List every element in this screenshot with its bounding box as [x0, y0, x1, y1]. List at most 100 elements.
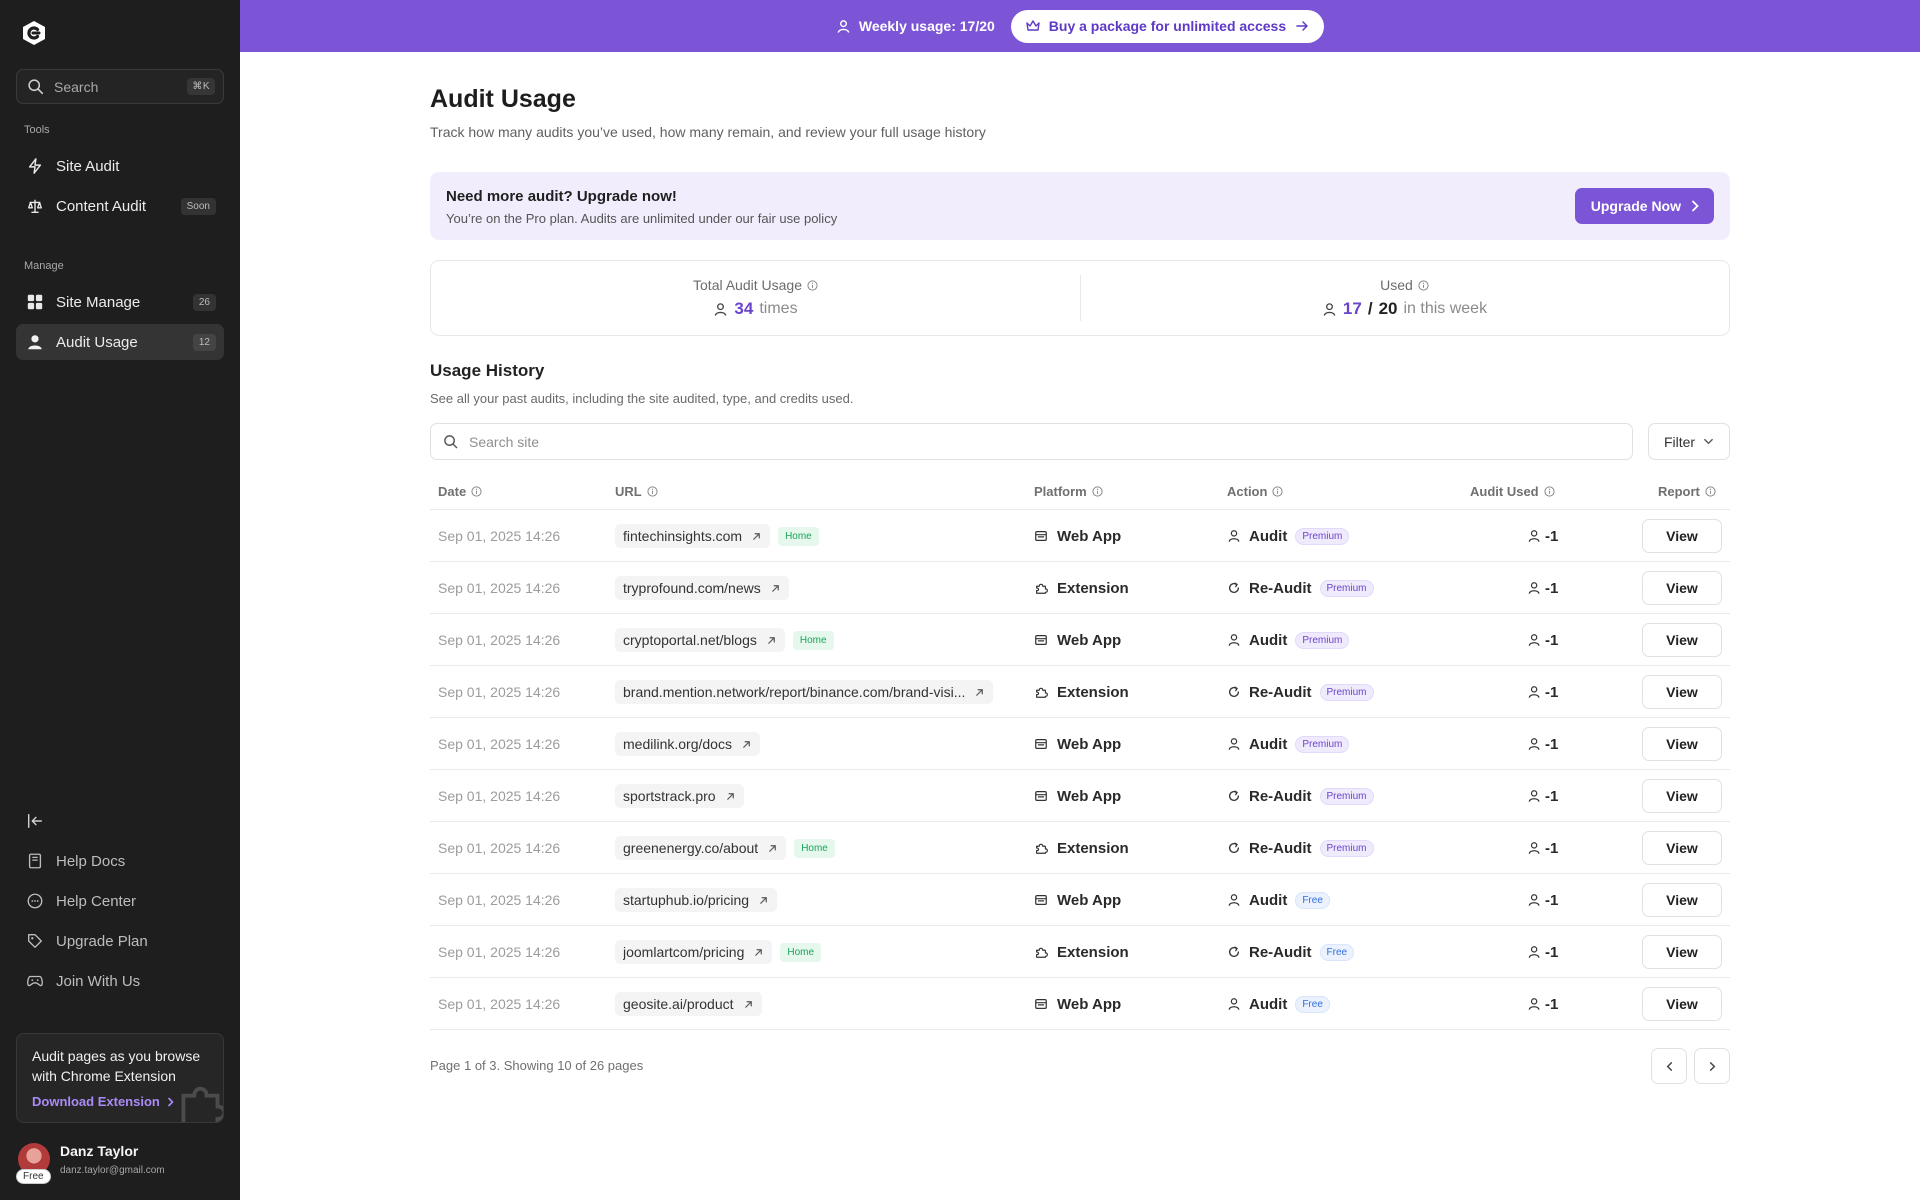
- upgrade-now-button[interactable]: Upgrade Now: [1574, 188, 1714, 224]
- puzzle-icon: [1036, 583, 1048, 594]
- audit-used-value: -1: [1545, 891, 1559, 909]
- browser-icon: [1035, 895, 1047, 905]
- sidebar-item-join-with-us[interactable]: Join With Us: [16, 963, 224, 999]
- sidebar-item-audit-usage[interactable]: Audit Usage 12: [16, 324, 224, 360]
- external-link-icon[interactable]: [743, 999, 754, 1010]
- row-platform: Web App: [1034, 874, 1121, 926]
- stat-used-label-row: Used: [1380, 277, 1429, 293]
- plan-badge: Free: [16, 1169, 51, 1184]
- refresh-icon: [1228, 842, 1240, 854]
- stat-total-label: Total Audit Usage: [693, 277, 802, 293]
- row-audit-used: -1: [1528, 666, 1558, 718]
- user-minus-icon: [1528, 738, 1540, 750]
- stat-total-value: 34: [734, 299, 754, 318]
- row-action: Audit Premium: [1227, 614, 1350, 666]
- upgrade-now-label: Upgrade Now: [1590, 198, 1681, 214]
- external-link-icon[interactable]: [974, 687, 985, 698]
- external-link-icon[interactable]: [767, 843, 778, 854]
- external-link-icon[interactable]: [725, 791, 736, 802]
- external-link-icon[interactable]: [766, 635, 777, 646]
- action-label: Re-Audit: [1249, 579, 1312, 597]
- action-label: Re-Audit: [1249, 683, 1312, 701]
- filter-label: Filter: [1663, 433, 1696, 450]
- sidebar-item-site-manage[interactable]: Site Manage 26: [16, 284, 224, 320]
- url-link[interactable]: sportstrack.pro: [615, 784, 744, 808]
- platform-label: Web App: [1057, 891, 1122, 909]
- view-report-button[interactable]: View: [1642, 623, 1722, 657]
- action-label: Re-Audit: [1249, 943, 1312, 961]
- chevron-right-icon: [1692, 200, 1699, 212]
- info-icon[interactable]: [1418, 279, 1429, 291]
- external-link-icon[interactable]: [758, 895, 769, 906]
- action-label: Audit: [1249, 527, 1288, 545]
- external-link-icon[interactable]: [751, 531, 762, 542]
- url-link[interactable]: medilink.org/docs: [615, 732, 760, 756]
- view-report-button[interactable]: View: [1642, 935, 1722, 969]
- sidebar-item-content-audit[interactable]: Content Audit Soon: [16, 188, 224, 224]
- column-platform[interactable]: Platform: [1034, 472, 1103, 510]
- next-page-button[interactable]: [1694, 1048, 1730, 1084]
- url-link[interactable]: fintechinsights.com: [615, 524, 771, 548]
- external-link-icon[interactable]: [753, 947, 764, 958]
- filter-button[interactable]: Filter: [1648, 423, 1730, 460]
- sidebar-search[interactable]: Search ⌘K: [16, 69, 224, 104]
- row-action: Re-Audit Premium: [1227, 666, 1374, 718]
- usage-banner: Weekly usage: 17/20 Buy a package for un…: [240, 0, 1920, 52]
- audit-used-value: -1: [1545, 839, 1559, 857]
- url-link[interactable]: greenenergy.co/about: [615, 836, 787, 860]
- sidebar-item-help-docs[interactable]: Help Docs: [16, 843, 224, 879]
- url-link[interactable]: tryprofound.com/news: [615, 576, 789, 600]
- row-date: Sep 01, 2025 14:26: [438, 684, 561, 700]
- buy-package-button[interactable]: Buy a package for unlimited access: [1010, 9, 1325, 43]
- sidebar-item-site-audit[interactable]: Site Audit: [16, 148, 224, 184]
- grid-icon: [27, 294, 43, 310]
- row-action: Audit Premium: [1227, 718, 1350, 770]
- column-action[interactable]: Action: [1227, 472, 1284, 510]
- view-report-button[interactable]: View: [1642, 883, 1722, 917]
- column-report[interactable]: Report: [1658, 472, 1716, 510]
- view-report-button[interactable]: View: [1642, 779, 1722, 813]
- column-date[interactable]: Date: [438, 472, 482, 510]
- table-body: Sep 01, 2025 14:26 fintechinsights.com H…: [430, 510, 1730, 1030]
- column-url[interactable]: URL: [615, 472, 658, 510]
- view-report-button[interactable]: View: [1642, 519, 1722, 553]
- url-link[interactable]: cryptoportal.net/blogs: [615, 628, 785, 652]
- search-placeholder: Search: [54, 78, 99, 95]
- chevron-down-icon: [1704, 438, 1713, 445]
- sidebar-item-help-center[interactable]: Help Center: [16, 883, 224, 919]
- home-tag: Home: [778, 526, 819, 546]
- info-icon[interactable]: [807, 279, 818, 291]
- user-profile[interactable]: Free Danz Taylor danz.taylor@gmail.com: [16, 1141, 228, 1185]
- url-text: brand.mention.network/report/binance.com…: [623, 684, 966, 700]
- row-date: Sep 01, 2025 14:26: [438, 840, 561, 856]
- external-link-icon[interactable]: [770, 583, 781, 594]
- platform-label: Extension: [1057, 579, 1129, 597]
- app-logo-icon[interactable]: [20, 19, 48, 47]
- view-report-button[interactable]: View: [1642, 675, 1722, 709]
- sidebar-item-label: Audit Usage: [56, 333, 138, 351]
- row-audit-used: -1: [1528, 718, 1558, 770]
- external-link-icon[interactable]: [741, 739, 752, 750]
- section-label-tools: Tools: [24, 124, 50, 136]
- collapse-sidebar-icon[interactable]: [26, 812, 44, 830]
- view-report-button[interactable]: View: [1642, 987, 1722, 1021]
- tier-badge: Premium: [1319, 787, 1374, 805]
- row-audit-used: -1: [1528, 874, 1558, 926]
- browser-icon: [1035, 635, 1047, 645]
- url-link[interactable]: startuphub.io/pricing: [615, 888, 778, 912]
- sidebar-item-upgrade-plan[interactable]: Upgrade Plan: [16, 923, 224, 959]
- url-link[interactable]: brand.mention.network/report/binance.com…: [615, 680, 994, 704]
- prev-page-button[interactable]: [1651, 1048, 1687, 1084]
- url-link[interactable]: geosite.ai/product: [615, 992, 762, 1016]
- stat-used-label: Used: [1380, 277, 1413, 293]
- site-search-input[interactable]: Search site: [430, 423, 1633, 460]
- info-icon: [1705, 485, 1716, 497]
- stat-used-limit: 20: [1378, 299, 1398, 318]
- view-report-button[interactable]: View: [1642, 571, 1722, 605]
- url-link[interactable]: joomlartcom/pricing: [615, 940, 773, 964]
- view-report-button[interactable]: View: [1642, 727, 1722, 761]
- column-audit-used[interactable]: Audit Used: [1470, 472, 1555, 510]
- view-report-button[interactable]: View: [1642, 831, 1722, 865]
- row-action: Re-Audit Premium: [1227, 822, 1374, 874]
- table-row: Sep 01, 2025 14:26 medilink.org/docs Web…: [430, 718, 1730, 770]
